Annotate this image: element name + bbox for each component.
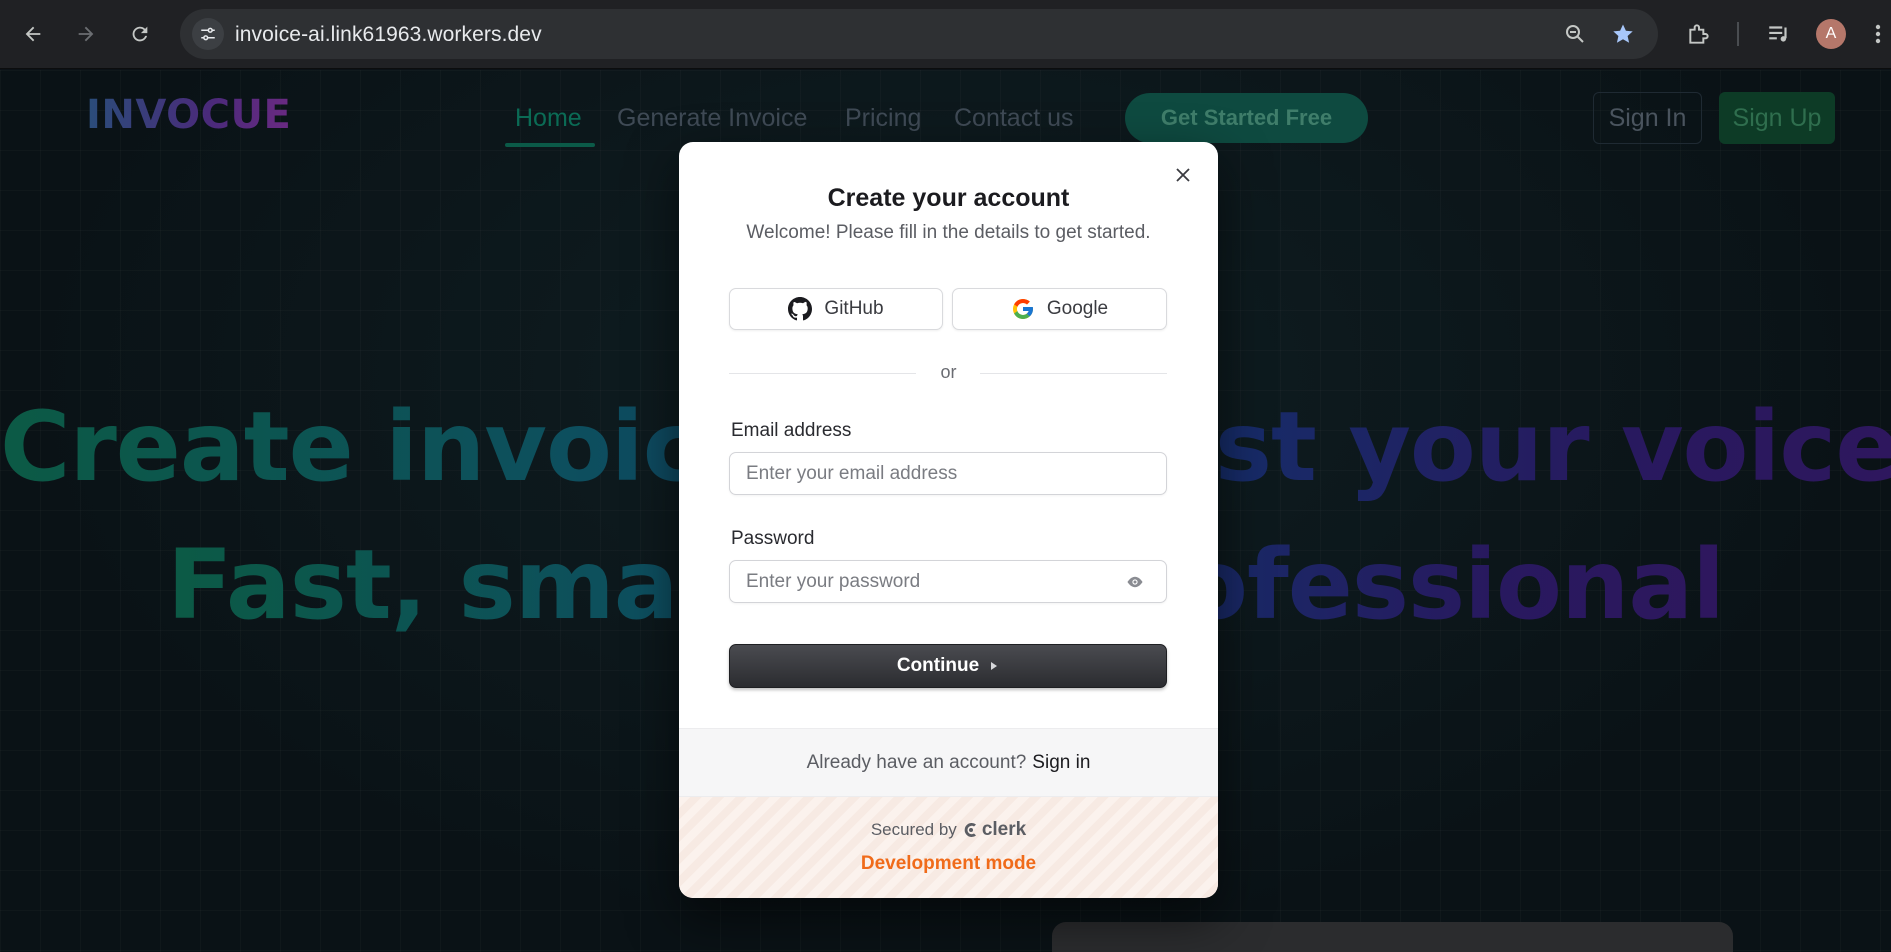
- forward-button[interactable]: [68, 16, 104, 52]
- eye-icon: [1127, 576, 1143, 588]
- zoom-button[interactable]: [1562, 21, 1588, 47]
- nav-pricing[interactable]: Pricing: [845, 104, 921, 133]
- close-button[interactable]: [1172, 164, 1194, 186]
- modal-subtitle: Welcome! Please fill in the details to g…: [746, 222, 1151, 243]
- continue-button[interactable]: Continue: [729, 644, 1167, 688]
- bookmark-button[interactable]: [1610, 21, 1636, 47]
- divider-right: [980, 373, 1167, 374]
- email-field[interactable]: [729, 452, 1167, 495]
- secured-by-text: Secured by: [870, 820, 957, 839]
- media-controls-icon: [1769, 26, 1787, 42]
- google-label: Google: [1046, 298, 1109, 319]
- bookmark-star-icon: [1613, 24, 1633, 43]
- nav-contact-us[interactable]: Contact us: [954, 104, 1074, 133]
- signin-prompt: Already have an account? Sign in: [679, 728, 1218, 796]
- zoom-icon: [1566, 25, 1584, 43]
- get-started-button[interactable]: Get Started Free: [1125, 93, 1368, 143]
- github-icon: [788, 297, 813, 321]
- email-label: Email address: [731, 420, 852, 441]
- nav-active-indicator: [505, 143, 595, 147]
- media-controls-button[interactable]: [1765, 20, 1793, 48]
- close-icon: [1176, 168, 1190, 182]
- preview-card: [1052, 922, 1733, 952]
- nav-home[interactable]: Home: [515, 104, 582, 133]
- back-icon: [25, 26, 41, 42]
- toolbar-divider: [1737, 22, 1739, 46]
- header-sign-up-button[interactable]: Sign Up: [1719, 92, 1835, 144]
- clerk-brand-text: clerk: [981, 819, 1027, 840]
- browser-menu-button[interactable]: [1870, 20, 1886, 48]
- url-text[interactable]: invoice-ai.link61963.workers.dev: [235, 23, 542, 47]
- reload-icon: [132, 26, 148, 42]
- modal-title: Create your account: [827, 184, 1070, 212]
- forward-icon: [78, 26, 94, 42]
- clerk-logo[interactable]: clerk: [963, 819, 1026, 841]
- secured-by: Secured by clerk: [679, 819, 1218, 841]
- github-label: GitHub: [824, 298, 884, 319]
- signup-modal: Create your account Welcome! Please fill…: [679, 142, 1218, 898]
- site-info-icon: [201, 27, 215, 41]
- password-label: Password: [731, 528, 815, 549]
- site-info-button[interactable]: [192, 18, 224, 50]
- clerk-footer: Secured by clerk Development mode: [679, 796, 1218, 898]
- browser-toolbar: invoice-ai.link61963.workers.dev A: [0, 0, 1891, 69]
- header-sign-in-button[interactable]: Sign In: [1593, 92, 1702, 144]
- caret-right-icon: [991, 662, 998, 670]
- continue-label: Continue: [896, 655, 980, 676]
- extensions-icon: [1689, 24, 1709, 44]
- development-mode-badge: Development mode: [860, 853, 1037, 874]
- github-signin-button[interactable]: GitHub: [729, 288, 943, 330]
- password-field[interactable]: [729, 560, 1167, 603]
- menu-icon: [1875, 24, 1881, 44]
- address-bar[interactable]: invoice-ai.link61963.workers.dev: [180, 9, 1658, 59]
- reload-button[interactable]: [122, 16, 158, 52]
- google-signin-button[interactable]: Google: [952, 288, 1167, 330]
- show-password-button[interactable]: [1123, 570, 1147, 594]
- already-have-account-text: Already have an account?: [806, 751, 1027, 773]
- back-button[interactable]: [15, 16, 51, 52]
- profile-avatar[interactable]: A: [1816, 19, 1846, 49]
- clerk-icon: [964, 823, 976, 837]
- sign-in-link[interactable]: Sign in: [1032, 752, 1090, 774]
- site-logo[interactable]: INVOCUE: [86, 92, 291, 138]
- extensions-button[interactable]: [1685, 20, 1713, 48]
- nav-generate-invoice[interactable]: Generate Invoice: [617, 104, 807, 133]
- google-icon: [1012, 299, 1033, 319]
